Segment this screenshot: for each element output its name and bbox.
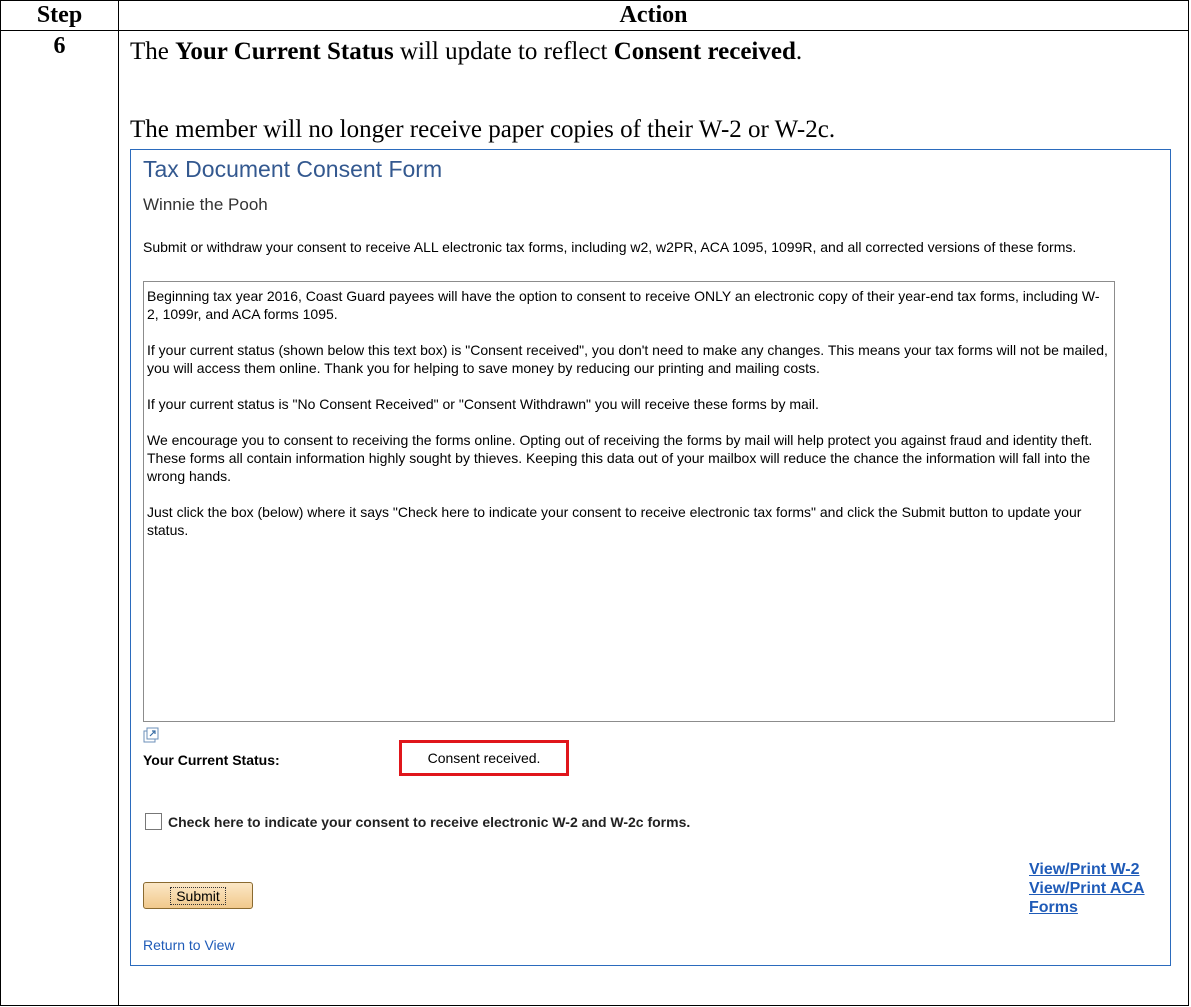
consent-info-textbox[interactable]: Beginning tax year 2016, Coast Guard pay… (143, 281, 1115, 722)
action-header: Action (118, 0, 1189, 31)
textbox-paragraph: If your current status (shown below this… (147, 342, 1108, 376)
form-title: Tax Document Consent Form (143, 156, 443, 182)
textbox-paragraph: If your current status is "No Consent Re… (147, 396, 819, 412)
action-cell: The Your Current Status will update to r… (118, 30, 1189, 1006)
instruction-text: The (130, 38, 176, 65)
step-number: 6 (0, 30, 119, 1006)
instruction-line-2: The member will no longer receive paper … (130, 116, 836, 143)
expand-icon[interactable] (143, 727, 159, 743)
member-name: Winnie the Pooh (143, 195, 268, 214)
print-links: View/Print W-2 View/Print ACA Forms (1029, 860, 1170, 917)
screenshot-inset: Tax Document Consent Form Winnie the Poo… (130, 149, 1171, 966)
instruction-text: . (795, 38, 803, 65)
view-print-w2-link[interactable]: View/Print W-2 (1029, 860, 1170, 879)
consent-checkbox[interactable] (145, 813, 162, 830)
table-row: 6 The Your Current Status will update to… (0, 30, 1189, 1006)
view-print-aca-link[interactable]: View/Print ACA Forms (1029, 879, 1170, 917)
table-header-row: Step Action (0, 0, 1189, 31)
textbox-paragraph: Just click the box (below) where it says… (147, 504, 1082, 538)
status-value: Consent received. (427, 750, 541, 766)
consent-checkbox-row[interactable]: Check here to indicate your consent to r… (145, 813, 690, 830)
textbox-paragraph: Beginning tax year 2016, Coast Guard pay… (147, 288, 1100, 322)
submit-label: Submit (170, 886, 226, 905)
status-label: Your Current Status: (143, 752, 280, 768)
return-to-view-link[interactable]: Return to View (143, 937, 235, 953)
instruction-bold-consent: Consent received (613, 38, 796, 65)
textbox-paragraph: We encourage you to consent to receiving… (147, 432, 1093, 484)
procedure-table: Step Action 6 The Your Current Status wi… (0, 0, 1189, 1006)
instruction-text: will update to reflect (393, 38, 614, 65)
consent-label: Check here to indicate your consent to r… (168, 813, 691, 830)
step-header: Step (0, 0, 119, 31)
submit-button[interactable]: Submit (143, 882, 253, 909)
status-value-highlight: Consent received. (399, 740, 569, 776)
form-intro-text: Submit or withdraw your consent to recei… (143, 239, 1077, 255)
instruction-bold-status: Your Current Status (175, 38, 394, 65)
instruction-line-1: The Your Current Status will update to r… (130, 37, 802, 67)
